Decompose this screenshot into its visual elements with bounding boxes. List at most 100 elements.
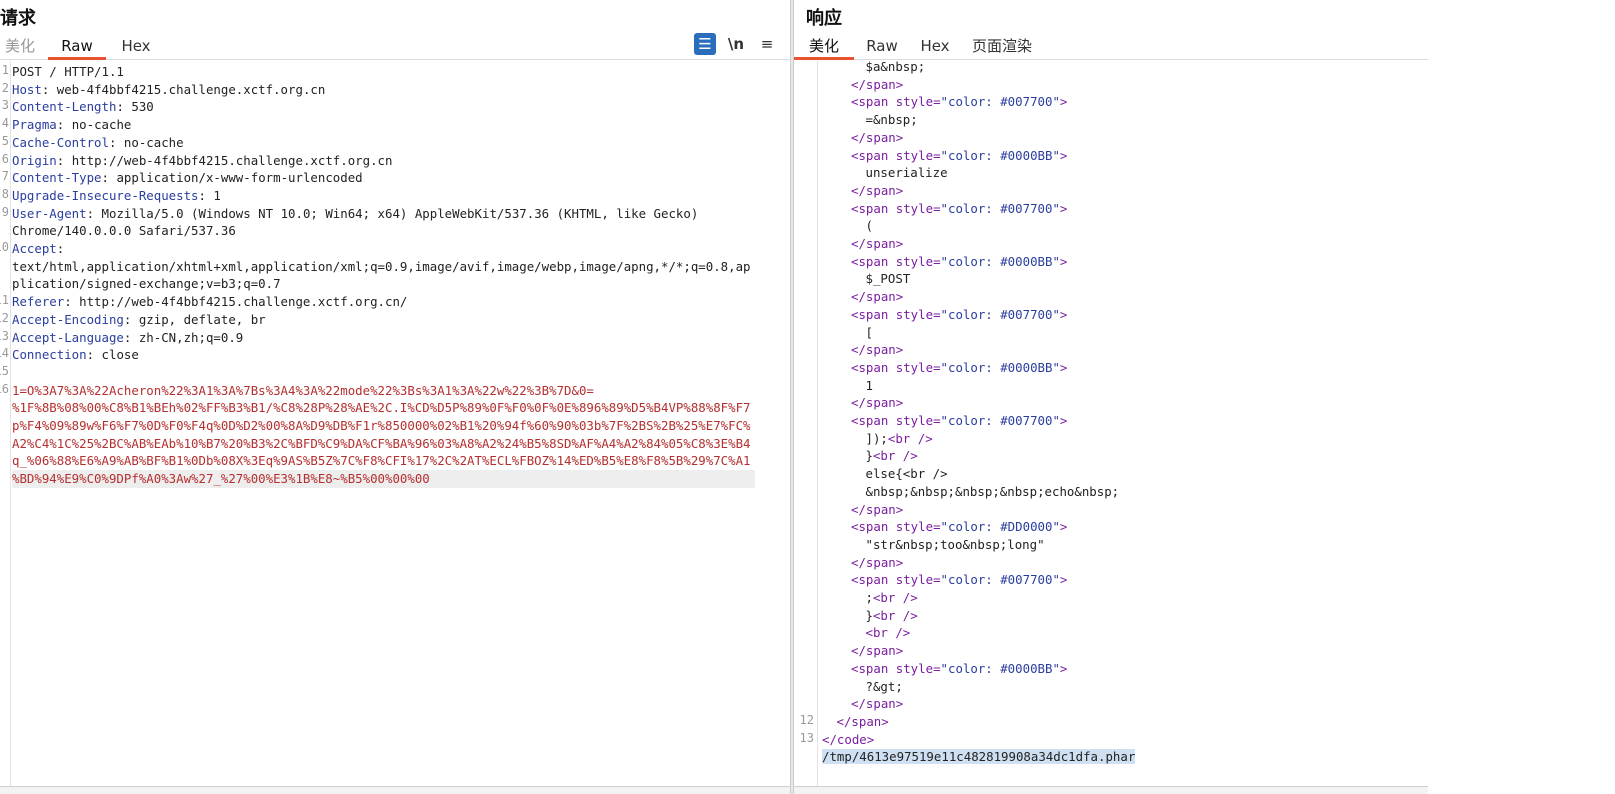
header-name: Upgrade-Insecure-Requests xyxy=(12,187,199,203)
header-separator: : xyxy=(64,294,80,310)
request-header-line: Chrome/140.0.0.0 Safari/537.36 xyxy=(12,222,236,240)
tag-end: > xyxy=(1059,306,1068,322)
closing-tag: </span> xyxy=(851,342,904,358)
closing-tag: </span> xyxy=(851,182,904,198)
opening-tag: <span xyxy=(851,359,896,375)
br-tag: <br /> xyxy=(872,448,918,464)
response-title: 响应 xyxy=(806,8,842,29)
attribute-value: "color: #007700" xyxy=(940,200,1060,216)
tag-end: > xyxy=(1059,359,1068,375)
request-body-line: %BD%94%E9%C0%9DPf%A0%3Aw%27_%27%00%E3%1B… xyxy=(12,470,755,489)
request-body-line: A2%C4%1C%25%2BC%AB%EAb%10%B7%20%B3%2C%BF… xyxy=(12,435,751,451)
header-name: Connection xyxy=(12,347,87,363)
tag-end: > xyxy=(1059,660,1068,676)
header-separator: : xyxy=(101,170,117,186)
tag-end: > xyxy=(1059,253,1068,269)
response-line-gutter: 12 13 xyxy=(794,61,818,786)
attribute-value: "color: #0000BB" xyxy=(940,660,1060,676)
attribute-equals: = xyxy=(933,413,941,428)
closing-tag: </span> xyxy=(851,395,904,411)
request-tab-pretty[interactable]: 美化 xyxy=(2,36,38,60)
request-header-line: Upgrade-Insecure-Requests: 1 xyxy=(12,187,221,205)
request-tabbar: 美化 Raw Hex xyxy=(0,34,790,60)
response-code-line: unserialize xyxy=(866,164,948,182)
header-separator: : xyxy=(41,81,57,97)
tag-end: > xyxy=(1059,519,1068,535)
header-name: POST / HTTP/1.1 xyxy=(12,64,124,79)
tag-end: > xyxy=(1059,94,1068,110)
code-text: else{<br /> xyxy=(865,466,948,482)
response-code-line: <span style="color: #007700"> xyxy=(851,93,1067,111)
word-wrap-icon[interactable]: ☰ xyxy=(694,33,716,55)
attribute-equals: = xyxy=(933,306,941,322)
response-tab-hex[interactable]: Hex xyxy=(914,36,956,60)
header-value: no-cache xyxy=(71,117,132,133)
opening-tag: <span xyxy=(851,519,896,535)
request-body-line: %1F%8B%08%00%C8%B1%BEh%02%FF%B3%B1/%C8%2… xyxy=(12,400,751,416)
opening-tag: <span xyxy=(851,413,896,428)
request-editor[interactable]: 12345678910111213141516 POST / HTTP/1.1H… xyxy=(0,61,790,786)
line-number: 13 xyxy=(799,730,814,745)
header-separator: : xyxy=(108,134,124,150)
header-separator: : xyxy=(86,205,102,221)
opening-tag: <span xyxy=(851,572,896,588)
request-line-gutter: 12345678910111213141516 xyxy=(0,61,11,786)
request-header-line: Content-Length: 530 xyxy=(12,98,154,116)
line-number: 12 xyxy=(799,712,814,727)
line-number: 6 xyxy=(1,151,9,166)
request-header-line: Accept-Language: zh-CN,zh;q=0.9 xyxy=(12,329,243,347)
response-code-line: ]);<br /> xyxy=(866,430,933,448)
response-editor[interactable]: 12 13 $a&nbsp; </span> <span style="color: … xyxy=(794,59,1428,786)
response-code-line: </span> xyxy=(851,554,903,572)
line-number: 11 xyxy=(0,293,9,308)
code-text: [ xyxy=(865,324,873,340)
request-header-line: Referer: http://web-4f4bbf4215.challenge… xyxy=(12,293,407,311)
closing-tag: </span> xyxy=(851,501,904,517)
closing-tag: </span> xyxy=(851,554,904,570)
header-name: Referer xyxy=(12,294,65,310)
line-number: 3 xyxy=(1,98,9,113)
code-text: $_POST xyxy=(865,271,911,287)
attribute-name: style xyxy=(895,572,934,588)
line-number: 8 xyxy=(1,186,9,201)
header-name: Cache-Control xyxy=(12,134,109,150)
request-header-line: text/html,application/xhtml+xml,applicat… xyxy=(12,258,751,276)
response-tab-raw[interactable]: Raw xyxy=(860,36,904,60)
closing-tag: </span> xyxy=(836,713,889,729)
response-code-line: <span style="color: #0000BB"> xyxy=(851,147,1067,165)
response-code-line: </span> xyxy=(851,341,903,359)
request-header-line: Cache-Control: no-cache xyxy=(12,134,184,152)
header-separator: : xyxy=(123,311,139,327)
header-separator: : xyxy=(56,241,72,256)
code-text: } xyxy=(865,448,873,464)
attribute-name: style xyxy=(895,306,934,322)
attribute-value: "color: #007700" xyxy=(940,94,1060,110)
request-header-line: plication/signed-exchange;v=b3;q=0.7 xyxy=(12,275,281,293)
opening-tag: <span xyxy=(851,660,896,676)
tag-end: > xyxy=(1059,147,1068,163)
opening-tag: <span xyxy=(851,306,896,322)
br-tag: <br /> xyxy=(872,590,918,605)
request-header-line: Origin: http://web-4f4bbf4215.challenge.… xyxy=(12,152,392,170)
header-name: Content-Type xyxy=(12,170,102,186)
code-text: ( xyxy=(865,218,873,234)
newline-icon[interactable]: \n xyxy=(725,33,747,55)
attribute-name: style xyxy=(895,660,934,676)
header-value: zh-CN,zh;q=0.9 xyxy=(138,329,244,345)
request-tab-hex[interactable]: Hex xyxy=(116,36,156,60)
header-value: http://web-4f4bbf4215.challenge.xctf.org… xyxy=(79,294,408,310)
phar-path[interactable]: /tmp/4613e97519e11c482819908a34dc1dfa.ph… xyxy=(822,749,1136,765)
response-code-line: </span> xyxy=(851,129,903,147)
response-code-line: ?&gt; xyxy=(866,678,903,696)
header-name: Accept xyxy=(12,241,57,256)
request-tab-raw[interactable]: Raw xyxy=(48,36,106,60)
header-value: Mozilla/5.0 (Windows NT 10.0; Win64; x64… xyxy=(101,205,699,221)
request-header-line: User-Agent: Mozilla/5.0 (Windows NT 10.0… xyxy=(12,205,698,223)
header-value: web-4f4bbf4215.challenge.xctf.org.cn xyxy=(56,81,326,97)
attribute-value: "color: #0000BB" xyxy=(940,253,1060,269)
menu-icon[interactable]: ≡ xyxy=(756,33,778,55)
response-tab-pretty[interactable]: 美化 xyxy=(794,36,854,60)
tag-end: > xyxy=(1059,200,1068,216)
response-tab-render[interactable]: 页面渲染 xyxy=(966,36,1038,60)
attribute-value: "color: #007700" xyxy=(940,572,1060,588)
